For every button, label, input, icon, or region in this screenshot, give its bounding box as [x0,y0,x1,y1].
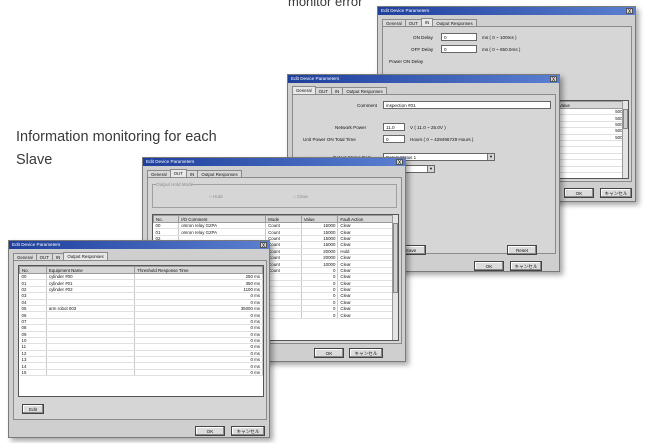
secondary-select[interactable]: ▼ [405,165,435,173]
off-delay-unit: ms ( 0 ~ 650.0ms ) [482,47,521,52]
on-delay-unit: ms ( 0 ~ 100ms ) [482,35,517,40]
window-title: Edit Device Parameters [291,76,340,81]
ok-button[interactable]: OK [474,261,504,271]
unit-power-label: Unit Power ON Total Time [303,137,356,142]
network-power-label: Network Power [335,125,367,130]
comment-label: Comment [357,103,377,108]
tab-output-responses[interactable]: Output Responses [63,252,108,260]
column-header: No. [19,266,47,274]
unit-power-input[interactable]: 0 [383,135,405,143]
cancel-button[interactable]: キャンセル [349,348,383,358]
cancel-button[interactable]: キャンセル [231,426,265,436]
ok-button[interactable]: OK [195,426,225,436]
tab-general[interactable]: General [382,19,406,26]
tab-general[interactable]: General [13,253,37,260]
chevron-down-icon: ▼ [487,154,494,160]
unit-power-unit: Hours ( 0 ~ 429496729 Hours ) [410,137,474,142]
off-delay-input[interactable]: 0 [441,45,477,53]
table-cell [46,369,136,377]
reset-button[interactable]: Reset [507,245,537,255]
dialog-titlebar: Edit Device Parameters X [288,75,559,83]
radio-clear-label: Clear [297,194,309,199]
close-icon[interactable]: X [550,76,557,83]
table-cell: Clear [337,311,398,319]
dialog-titlebar: Edit Device Parameters X [143,158,405,166]
tab-out[interactable]: OUT [35,253,53,260]
tab-out[interactable]: OUT [404,19,422,26]
column-header: No. [153,215,180,223]
window-title: Edit Device Parameters [381,8,430,13]
list-item[interactable]: 0 [556,166,628,173]
window-title: Edit Device Parameters [12,242,61,247]
column-header: Equipment Name [45,266,136,274]
column-header: Mode [265,215,302,223]
output-response-table: No. Equipment Name Threshold Response Time… [18,265,264,397]
close-icon[interactable]: X [396,159,403,166]
off-delay-label: OFF Delay [411,47,434,52]
output-hold-group: Output Hold Mode ○ Hold ○ Clear [152,182,397,208]
tab-general[interactable]: General [147,170,171,177]
cancel-button[interactable]: キャンセル [600,188,632,198]
in-value-list: Value 5000500050005000500000000 [555,100,629,179]
dialog-output-responses-tab: Edit Device Parameters X General OUT IN … [8,240,270,438]
ok-button[interactable]: OK [314,348,344,358]
table-scrollbar[interactable] [392,215,398,340]
window-title: Edit Device Parameters [146,159,195,164]
table-row[interactable]: 15 0 ms [19,369,263,377]
value-column-header: Value [556,101,628,109]
tab-output-responses[interactable]: Output Responses [197,170,242,177]
column-header: Value [300,215,339,223]
tab-panel: No. Equipment Name Threshold Response Time… [13,260,267,420]
output-hold-label: Output Hold Mode [156,182,194,187]
tab-general[interactable]: General [292,86,316,94]
close-icon[interactable]: X [260,242,267,249]
table-cell [265,311,302,319]
chevron-down-icon: ▼ [427,166,434,172]
comment-input[interactable]: inspection #01 [383,101,551,109]
radio-clear[interactable]: ○ Clear [293,194,308,199]
column-header: Fault Action [337,215,398,223]
dialog-titlebar: Edit Device Parameters X [378,7,635,15]
tab-output-responses[interactable]: Output Responses [342,87,387,94]
network-power-input[interactable]: 11.0 [383,123,405,131]
value-cell: 0 [556,166,628,173]
on-delay-label: ON Delay [413,35,433,40]
tab-out[interactable]: OUT [169,169,187,177]
radio-hold-label: Hold [213,194,223,199]
radio-hold[interactable]: ○ Hold [209,194,223,199]
ok-button[interactable]: OK [564,188,594,198]
table-cell: 0 ms [134,369,263,377]
column-header: I/O Comment [178,215,267,223]
edit-button[interactable]: Edit [22,404,44,414]
list-scrollbar[interactable] [622,101,628,178]
dialog-titlebar: Edit Device Parameters X [9,241,269,249]
close-icon[interactable]: X [626,8,633,15]
caption-monitor-error: monitor error [288,0,363,9]
tab-out[interactable]: OUT [314,87,332,94]
on-delay-input[interactable]: 0 [441,33,477,41]
table-cell: 0 [301,311,339,319]
network-power-unit: V ( 11.0 ~ 25.0V ) [410,125,446,130]
cancel-button[interactable]: キャンセル [510,261,542,271]
power-on-delay-label: Power ON Delay [389,59,424,64]
column-header: Threshold Response Time [134,266,263,274]
tab-output-responses[interactable]: Output Responses [432,19,477,26]
table-cell: 15 [19,369,47,377]
